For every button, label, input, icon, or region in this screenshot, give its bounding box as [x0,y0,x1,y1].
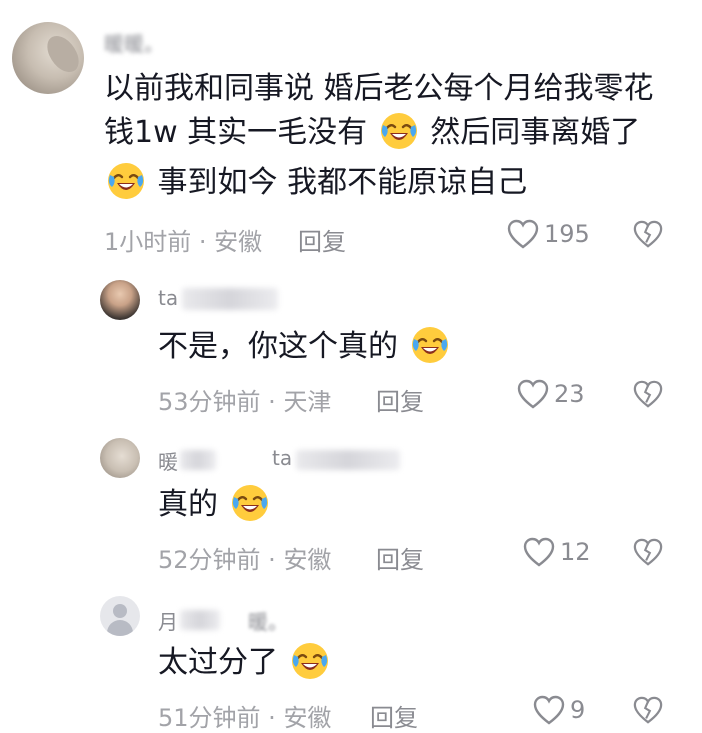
like-button[interactable]: 23 [516,378,585,410]
comment-location: 安徽 [283,546,332,574]
blurred-username [180,450,216,470]
comment-time: 1小时前 [104,228,192,256]
heart-outline-icon [533,695,565,725]
comment-text: 不是，你这个真的 [158,320,452,374]
heart-outline-icon [517,379,549,409]
comment-text: 事到如今 我都不能原谅自己 [104,156,527,210]
like-count: 23 [554,380,585,408]
like-button[interactable]: 12 [522,536,591,568]
comment-time: 53分钟前 [158,388,261,416]
comment-item: 暖暖。 以前我和同事说 婚后老公每个月给我零花 钱1w 其实一毛没有 然后同事离… [0,0,702,270]
avatar[interactable] [12,22,84,94]
broken-heart-icon [633,538,663,566]
like-button[interactable]: 9 [532,694,585,726]
crying-laughing-emoji-icon [411,326,448,363]
reply-button[interactable]: 回复 [376,382,424,417]
comment-item: 暖 ta 真的 52分钟前 · 安徽 回复 12 [0,430,702,590]
comment-meta: 52分钟前 · 安徽 [158,546,332,574]
comment-username[interactable]: 暖暖。 [104,28,164,57]
heart-outline-icon [507,219,539,249]
comment-item: ta 不是，你这个真的 53分钟前 · 天津 回复 23 [0,270,702,430]
comment-text: 太过分了 [158,636,332,690]
comment-meta: 53分钟前 · 天津 [158,388,332,416]
comment-location: 安徽 [214,228,263,256]
comment-text: 钱1w 其实一毛没有 然后同事离婚了 [104,106,640,160]
comment-text: 真的 [158,478,272,532]
avatar[interactable] [100,280,140,320]
comment-username[interactable]: 月 [158,606,178,635]
broken-heart-icon [633,220,663,248]
blurred-username [180,610,220,630]
dislike-button[interactable] [632,537,664,571]
crying-laughing-emoji-icon [108,162,144,199]
heart-outline-icon [523,537,555,567]
reply-button[interactable]: 回复 [370,698,418,733]
avatar[interactable] [100,596,140,636]
like-count: 12 [560,538,591,566]
reply-to-username[interactable]: 暖。 [248,606,288,635]
comment-location: 安徽 [283,704,332,732]
default-avatar-body [107,620,133,636]
like-button[interactable]: 195 [506,218,590,250]
comment-username[interactable]: 暖 [158,446,178,475]
reply-button[interactable]: 回复 [376,540,424,575]
avatar[interactable] [100,438,140,478]
crying-laughing-emoji-icon [291,642,328,679]
comment-location: 天津 [283,388,332,416]
blurred-username [182,288,278,310]
comment-item: 月 暖。 太过分了 51分钟前 · 安徽 回复 9 [0,590,702,732]
crying-laughing-emoji-icon [380,112,417,149]
blurred-username [296,450,400,470]
reply-button[interactable]: 回复 [298,222,346,257]
reply-to-username[interactable]: ta [272,446,292,470]
crying-laughing-emoji-icon [231,484,268,521]
like-count: 195 [544,220,590,248]
comment-meta: 51分钟前 · 安徽 [158,704,332,732]
comment-meta: 1小时前 · 安徽 [104,228,263,256]
broken-heart-icon [633,380,663,408]
comment-username[interactable]: ta [158,286,178,310]
comment-time: 52分钟前 [158,546,261,574]
broken-heart-icon [633,696,663,724]
dislike-button[interactable] [632,219,664,253]
default-avatar-head [113,604,127,618]
comment-time: 51分钟前 [158,704,261,732]
dislike-button[interactable] [632,379,664,413]
dislike-button[interactable] [632,695,664,729]
